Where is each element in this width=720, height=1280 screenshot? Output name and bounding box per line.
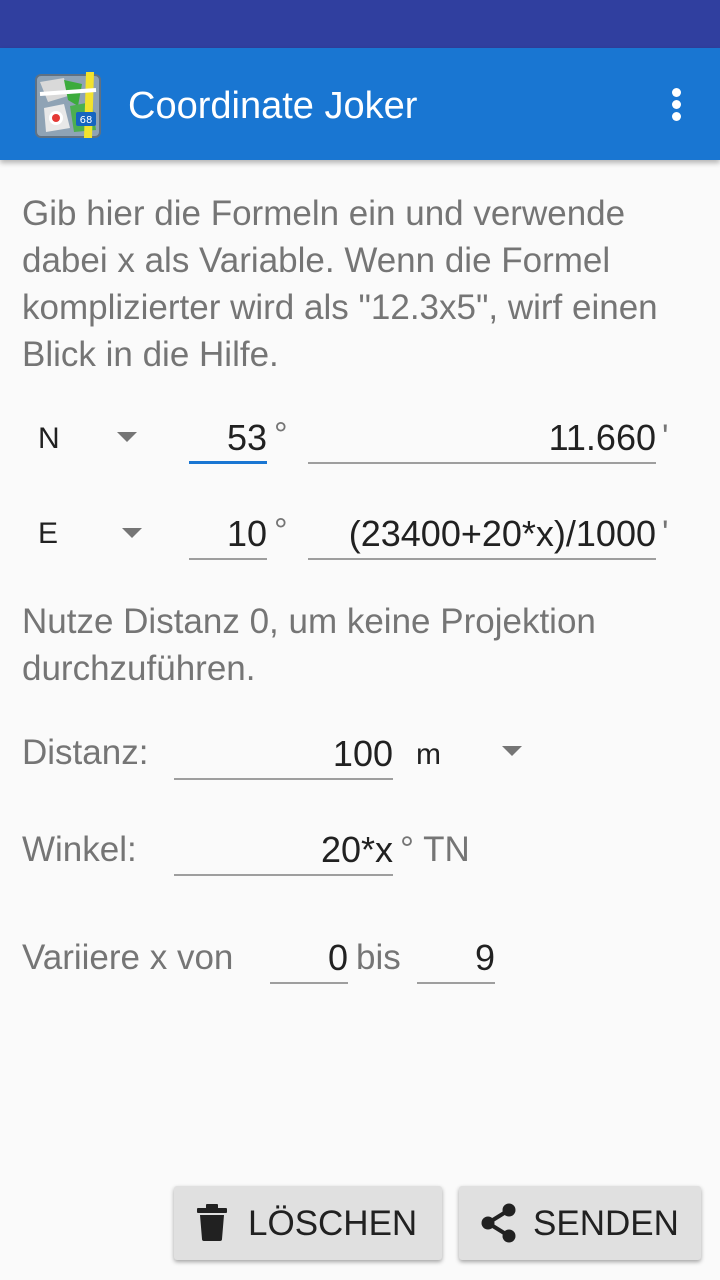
minute-symbol: ' xyxy=(662,514,669,552)
dropdown-arrow-icon xyxy=(122,528,142,538)
variation-between-label: bis xyxy=(356,938,401,977)
latitude-minutes-input[interactable]: 11.660 xyxy=(308,416,656,464)
degree-symbol: ° xyxy=(274,512,288,550)
hemisphere-ns-value: N xyxy=(38,422,60,455)
angle-input[interactable]: 20*x xyxy=(174,828,393,876)
delete-button[interactable]: LÖSCHEN xyxy=(174,1186,442,1260)
degree-symbol: ° xyxy=(274,416,288,454)
longitude-minutes-input[interactable]: (23400+20*x)/1000 xyxy=(308,512,656,560)
angle-label: Winkel: xyxy=(22,830,137,869)
latitude-degrees-input[interactable]: 53 xyxy=(189,416,267,464)
send-button-label: SENDEN xyxy=(533,1204,679,1243)
variation-from-input[interactable]: 0 xyxy=(270,936,348,984)
app-bar: 68 Coordinate Joker xyxy=(0,48,720,160)
trash-icon xyxy=(197,1204,227,1241)
variation-label: Variiere x von xyxy=(22,938,234,977)
dropdown-arrow-icon xyxy=(502,746,522,756)
distance-unit-value: m xyxy=(416,738,441,771)
hemisphere-ew-value: E xyxy=(38,517,59,550)
distance-label: Distanz: xyxy=(22,733,149,772)
locus-map-icon: 68 xyxy=(35,72,101,138)
minute-symbol: ' xyxy=(662,418,669,456)
angle-unit: ° TN xyxy=(400,830,470,869)
intro-text: Gib hier die Formeln ein und verwende da… xyxy=(22,194,658,374)
delete-button-label: LÖSCHEN xyxy=(248,1204,418,1243)
hint-text: Nutze Distanz 0, um keine Projektion dur… xyxy=(22,602,596,688)
share-icon xyxy=(481,1203,516,1243)
dropdown-arrow-icon xyxy=(117,432,137,442)
distance-input[interactable]: 100 xyxy=(174,732,393,780)
send-button[interactable]: SENDEN xyxy=(459,1186,701,1260)
svg-text:68: 68 xyxy=(80,115,93,126)
more-vert-icon[interactable] xyxy=(656,78,698,130)
longitude-degrees-input[interactable]: 10 xyxy=(189,512,267,560)
variation-to-input[interactable]: 9 xyxy=(417,936,495,984)
status-bar xyxy=(0,0,720,48)
app-title: Coordinate Joker xyxy=(128,85,418,127)
